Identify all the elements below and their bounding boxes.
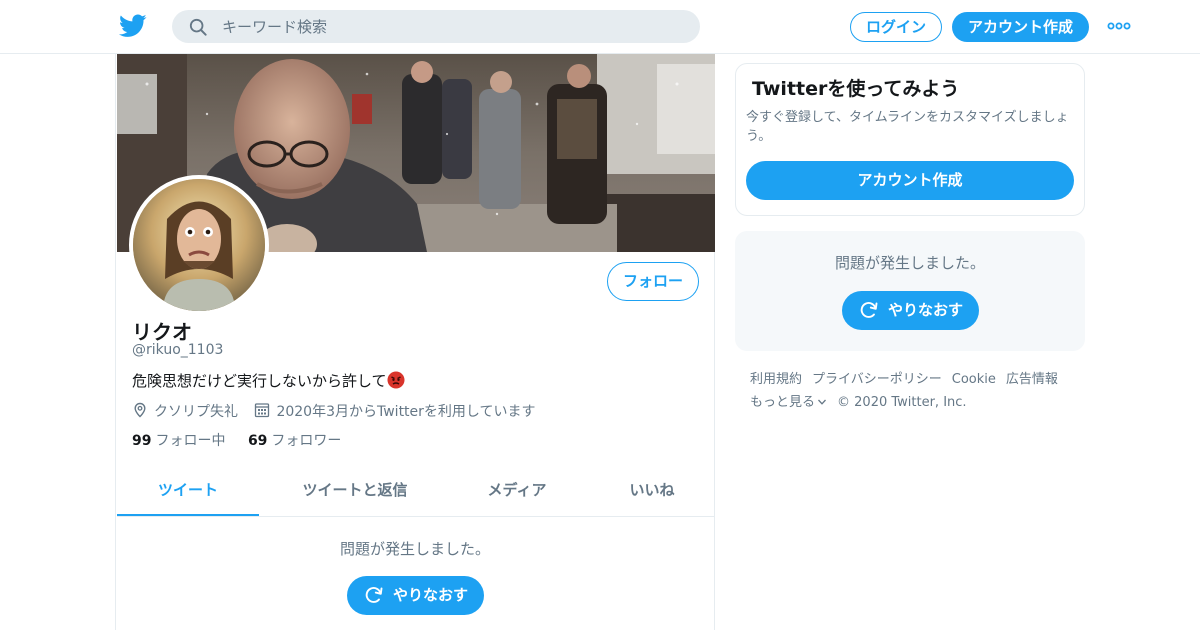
profile-meta: クソリプ失礼 2020年3月からTwitterを利用しています [132,401,548,421]
timeline-retry-label: やりなおす [393,586,469,604]
footer-link-cookie[interactable]: Cookie [952,372,996,387]
signup-button[interactable]: アカウント作成 [952,12,1089,42]
top-bar: ログイン アカウント作成 [0,0,1200,54]
twitter-bird-icon[interactable] [119,13,147,39]
profile-column: フォロー リクオ @rikuo_1103 危険思想だけど実行しないから許して ク… [115,54,715,630]
footer-link-terms[interactable]: 利用規約 [750,372,802,387]
followers-label: フォロワー [271,433,342,449]
chevron-down-icon [818,399,826,405]
profile-name: リクオ [132,320,192,344]
tab-likes[interactable]: いいね [597,472,707,516]
sidebar-retry-label: やりなおす [888,301,964,319]
follow-button[interactable]: フォロー [607,262,699,301]
signup-promo-card: Twitterを使ってみよう 今すぐ登録して、タイムラインをカスタマイズしましょ… [735,63,1085,216]
tab-tweets[interactable]: ツイート [117,472,259,516]
footer-more-link[interactable]: もっと見る [750,395,827,410]
followers-link[interactable]: 69 フォロワー [248,433,341,449]
location-icon [134,402,146,418]
tab-tweets-and-replies[interactable]: ツイートと返信 [269,472,441,516]
login-button[interactable]: ログイン [850,12,942,42]
timeline-error-text: 問題が発生しました。 [339,540,490,558]
profile-location: クソリプ失礼 [154,404,238,420]
refresh-icon [365,587,383,603]
profile-avatar[interactable] [129,175,269,315]
profile-tabs: ツイート ツイートと返信 メディア いいね [117,472,715,517]
search-bar[interactable] [172,10,700,43]
search-input[interactable] [222,10,682,43]
sidebar-retry-button[interactable]: やりなおす [842,291,979,330]
footer-copyright: © 2020 Twitter, Inc. [837,395,967,410]
following-link[interactable]: 99 フォロー中 [132,433,225,449]
profile-joined-date: 2020年3月からTwitterを利用しています [276,404,536,420]
sidebar-error-text: 問題が発生しました。 [834,254,985,272]
timeline-retry-button[interactable]: やりなおす [347,576,484,615]
followers-count: 69 [247,433,268,449]
sidebar-error-box: 問題が発生しました。 やりなおす [735,231,1085,351]
tab-media[interactable]: メディア [457,472,577,516]
promo-description: 今すぐ登録して、タイムラインをカスタマイズしましょう。 [746,110,1069,144]
footer-more-label: もっと見る [750,395,816,410]
search-icon [189,18,207,36]
profile-stats: 99 フォロー中 69 フォロワー [132,430,359,450]
following-count: 99 [132,433,152,449]
profile-handle: @rikuo_1103 [132,342,224,358]
profile-bio-text: 危険思想だけど実行しないから許して [132,372,387,390]
footer-link-privacy[interactable]: プライバシーポリシー [812,372,942,387]
footer-link-ads[interactable]: 広告情報 [1006,372,1058,387]
refresh-icon [860,302,878,318]
calendar-icon [255,403,270,418]
more-dots-icon[interactable] [1107,20,1131,32]
angry-face-icon [387,371,405,389]
following-label: フォロー中 [155,433,226,449]
promo-signup-button[interactable]: アカウント作成 [746,161,1074,200]
promo-title: Twitterを使ってみよう [752,78,960,100]
profile-bio: 危険思想だけど実行しないから許して [132,370,405,391]
footer: 利用規約 プライバシーポリシー Cookie 広告情報 もっと見る © 2020 Twi… [750,368,1090,414]
